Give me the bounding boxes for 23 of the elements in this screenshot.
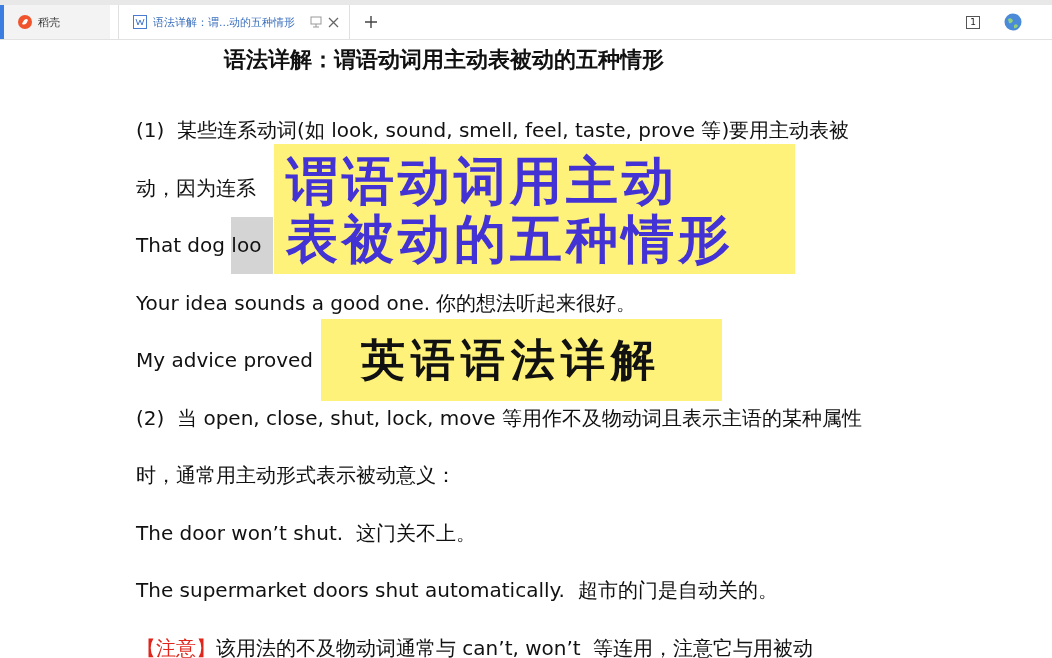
paragraph-text: (1) 某些连系动词(如 look, sound, smell, feel, taste, prove 等)要用主动表被: [136, 117, 850, 144]
banner-text: 英语语法详解: [361, 333, 662, 387]
paragraph-text: 该用法的不及物动词通常与 can’t, won’t 等连用，注意它与用被动: [216, 634, 814, 658]
close-icon[interactable]: [328, 16, 339, 28]
tab[interactable]: 稻壳: [4, 5, 110, 39]
highlighted-text: loo: [231, 217, 274, 274]
page-count-badge[interactable]: 1: [966, 15, 980, 29]
paragraph-text: That dog: [136, 232, 226, 259]
paragraph-text: Your idea sounds a good one. 你的想法听起来很好。: [136, 289, 637, 317]
tab[interactable]: 语法详解：谓...动的五种情形: [118, 5, 350, 39]
globe-icon[interactable]: [1004, 13, 1022, 31]
paragraph-text: 动，因为连系: [136, 174, 256, 202]
document-title: 语法详解：谓语动词用主动表被动的五种情形: [222, 46, 665, 74]
paragraph-text: 时，通常用主动形式表示被动意义：: [136, 462, 456, 489]
banner-text: 表被动的五种情形: [286, 210, 735, 268]
document-icon: [133, 15, 147, 29]
paragraph-text: My advice proved: [136, 347, 313, 374]
note-label: 【注意】: [136, 634, 216, 658]
paragraph-text: The door won’t shut. 这门关不上。: [136, 519, 476, 547]
banner-text: 谓语动词用主动: [286, 152, 679, 210]
plus-icon[interactable]: [364, 15, 378, 29]
paragraph-text: The supermarket doors shut automatically. 超市的门是自动关的。: [136, 577, 778, 604]
paragraph-text: (2) 当 open, close, shut, lock, move 等用作不及物动词且表示主语的某种属性: [136, 404, 862, 432]
